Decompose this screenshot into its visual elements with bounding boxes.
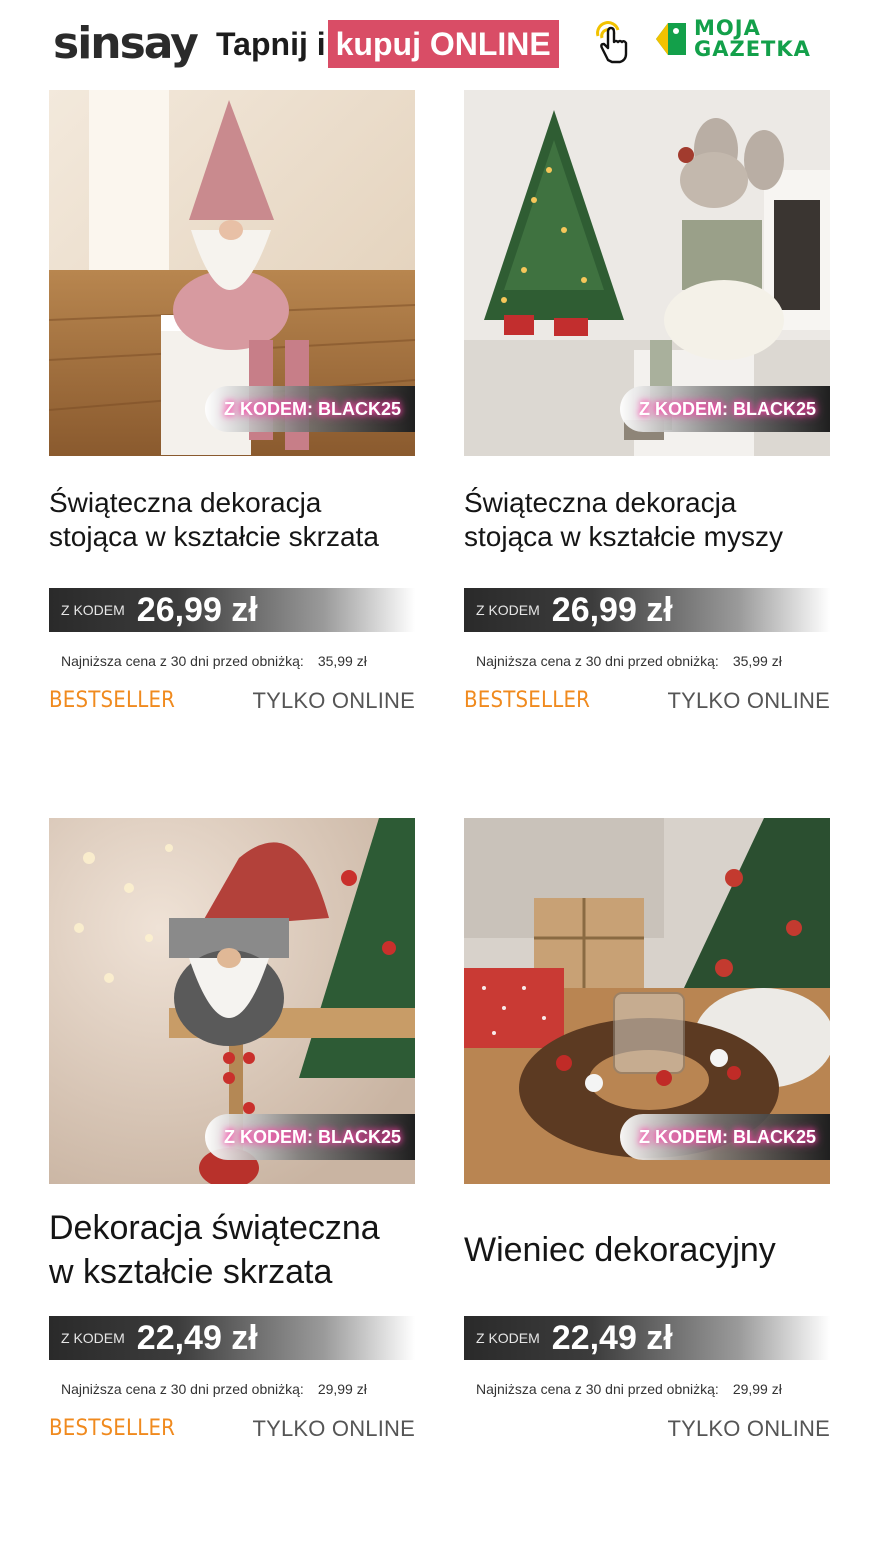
product-title[interactable]: Dekoracja świąteczna w kształcie skrzata [49, 1206, 429, 1294]
product-image[interactable]: Z KODEM: BLACK25 [49, 90, 415, 456]
price-label: Z KODEM [61, 1330, 125, 1346]
discount-code-badge: Z KODEM: BLACK25 [620, 386, 830, 432]
price-bar: Z KODEM 22,49 zł [464, 1316, 830, 1360]
price-label: Z KODEM [61, 602, 125, 618]
price-value: 22,49 zł [551, 1318, 673, 1357]
bestseller-tag: BESTSELLER [49, 1416, 176, 1441]
tap-hand-icon [596, 21, 628, 64]
tagline-highlight: kupuj ONLINE [327, 20, 559, 68]
product-card[interactable]: Z KODEM: BLACK25 Świąteczna dekoracja st… [49, 90, 415, 730]
product-title[interactable]: Wieniec dekoracyjny [464, 1228, 844, 1272]
product-title[interactable]: Świąteczna dekoracja stojąca w kształcie… [49, 486, 429, 554]
lowest-price-note: Najniższa cena z 30 dni przed obniżką: 29… [476, 1381, 782, 1397]
lowest-price-note: Najniższa cena z 30 dni przed obniżką: 35… [61, 653, 367, 669]
bestseller-tag: BESTSELLER [49, 688, 176, 713]
discount-code-badge: Z KODEM: BLACK25 [205, 386, 415, 432]
moja-gazetka-logo[interactable]: MOJA GAZETKA [652, 18, 811, 60]
online-only-tag: TYLKO ONLINE [252, 1416, 415, 1441]
product-image[interactable]: Z KODEM: BLACK25 [464, 818, 830, 1184]
price-label: Z KODEM [476, 602, 540, 618]
gazetka-line2: GAZETKA [694, 37, 811, 61]
price-label: Z KODEM [476, 1330, 540, 1346]
sinsay-logo[interactable]: sinsay [53, 16, 199, 72]
price-value: 22,49 zł [136, 1318, 258, 1357]
online-only-tag: TYLKO ONLINE [667, 1416, 830, 1441]
price-value: 26,99 zł [551, 590, 673, 629]
product-image[interactable]: Z KODEM: BLACK25 [49, 818, 415, 1184]
product-card[interactable]: Z KODEM: BLACK25 Wieniec dekoracyjny Z K… [464, 818, 830, 1458]
tagline-prefix: Tapnij i [216, 25, 326, 62]
price-bar: Z KODEM 26,99 zł [49, 588, 415, 632]
lowest-price-note: Najniższa cena z 30 dni przed obniżką: 35… [476, 653, 782, 669]
online-only-tag: TYLKO ONLINE [667, 688, 830, 713]
discount-code-badge: Z KODEM: BLACK25 [620, 1114, 830, 1160]
price-value: 26,99 zł [136, 590, 258, 629]
tagline[interactable]: Tapnij i kupuj ONLINE [216, 20, 559, 68]
product-title[interactable]: Świąteczna dekoracja stojąca w kształcie… [464, 486, 844, 554]
gazetka-line1: MOJA [694, 16, 761, 40]
online-only-tag: TYLKO ONLINE [252, 688, 415, 713]
product-image[interactable]: Z KODEM: BLACK25 [464, 90, 830, 456]
product-card[interactable]: Z KODEM: BLACK25 Świąteczna dekoracja st… [464, 90, 830, 730]
lowest-price-note: Najniższa cena z 30 dni przed obniżką: 29… [61, 1381, 367, 1397]
discount-code-badge: Z KODEM: BLACK25 [205, 1114, 415, 1160]
product-card[interactable]: Z KODEM: BLACK25 Dekoracja świąteczna w … [49, 818, 415, 1458]
bestseller-tag: BESTSELLER [464, 688, 591, 713]
price-bar: Z KODEM 26,99 zł [464, 588, 830, 632]
price-bar: Z KODEM 22,49 zł [49, 1316, 415, 1360]
promo-header: sinsay Tapnij i kupuj ONLINE MOJA GAZETK… [0, 0, 879, 90]
price-tag-icon [656, 23, 686, 55]
